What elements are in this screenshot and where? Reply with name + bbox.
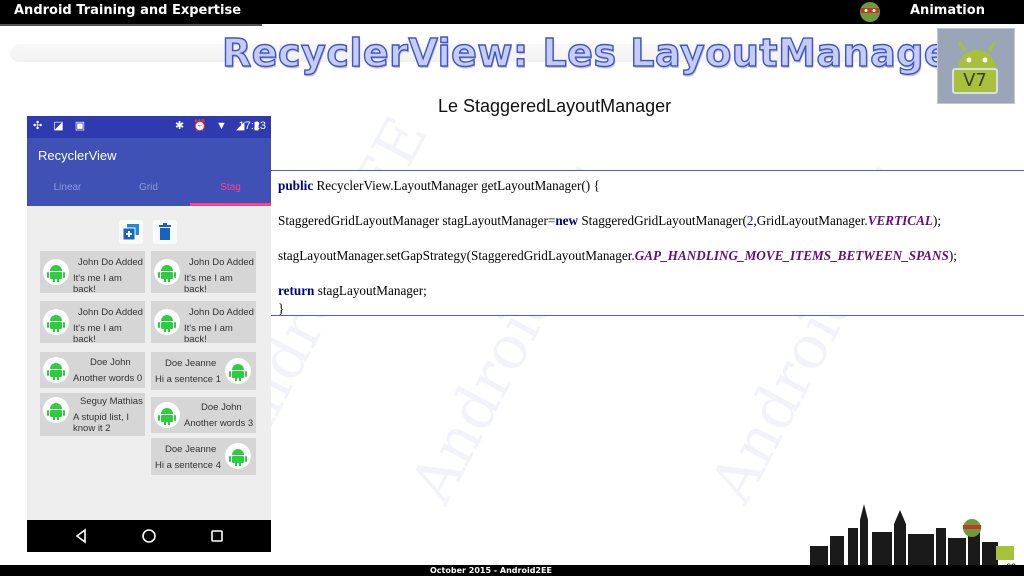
trash-icon bbox=[159, 223, 171, 240]
code-text: StaggeredGridLayoutManager( bbox=[578, 213, 747, 228]
android-avatar bbox=[154, 309, 180, 335]
back-icon[interactable] bbox=[73, 528, 89, 544]
item-name: Doe John bbox=[90, 357, 131, 368]
list-item[interactable]: Doe Jeanne Hi a sentence 4 bbox=[151, 438, 256, 475]
delete-item-button[interactable] bbox=[153, 220, 177, 244]
app-title: RecyclerView bbox=[38, 148, 117, 163]
android-avatar bbox=[154, 402, 180, 428]
footer-text: October 2015 - Android2EE bbox=[430, 566, 552, 575]
item-name: John Do Added bbox=[189, 257, 254, 268]
recents-icon[interactable] bbox=[209, 528, 225, 544]
top-bar: Android Training and Expertise Animation bbox=[0, 0, 1024, 24]
code-line: return stagLayoutManager; bbox=[278, 282, 1024, 300]
code-text: stagLayoutManager; bbox=[314, 283, 427, 298]
slide-subtitle: Le StaggeredLayoutManager bbox=[438, 96, 672, 116]
code-line: } bbox=[278, 300, 1024, 318]
android-icon bbox=[158, 265, 176, 282]
code-line: stagLayoutManager.setGapStrategy(Stagger… bbox=[278, 247, 1024, 265]
item-name: Seguy Mathias bbox=[80, 396, 143, 407]
tab-indicator bbox=[190, 203, 271, 206]
android-avatar bbox=[43, 309, 69, 335]
system-nav-bar bbox=[27, 520, 271, 552]
item-message: Hi a sentence 1 bbox=[155, 374, 222, 385]
phone-screenshot: ✣ ◪ ▣ ✱ ⏰ ▼ ◢ ▮ 17:23 RecyclerView Linea… bbox=[27, 116, 271, 552]
android-avatar bbox=[225, 443, 251, 469]
brand-title: Android Training and Expertise bbox=[14, 3, 242, 18]
code-line: public RecyclerView.LayoutManager getLay… bbox=[278, 177, 1024, 195]
list-item[interactable]: John Do Added It's me I am back! bbox=[151, 251, 256, 295]
android-icon bbox=[229, 449, 247, 466]
item-name: John Do Added bbox=[78, 307, 143, 318]
code-text: stagLayoutManager.setGapStrategy(Stagger… bbox=[278, 248, 635, 263]
add-item-button[interactable] bbox=[119, 220, 143, 244]
code-line: StaggeredGridLayoutManager stagLayoutMan… bbox=[278, 212, 1024, 230]
status-time: 17:23 bbox=[238, 120, 266, 132]
item-message: Another words 0 bbox=[73, 373, 143, 384]
code-keyword: new bbox=[555, 213, 579, 228]
tab-grid[interactable]: Grid bbox=[108, 182, 189, 204]
ninja-turtle-icon bbox=[860, 2, 880, 22]
android-icon bbox=[158, 315, 176, 332]
android-avatar bbox=[43, 357, 69, 383]
code-text: ,GridLayoutManager. bbox=[753, 213, 868, 228]
code-snippet: public RecyclerView.LayoutManager getLay… bbox=[270, 170, 1024, 316]
item-name: Doe Jeanne bbox=[165, 358, 217, 369]
code-constant: GAP_HANDLING_MOVE_ITEMS_BETWEEN_SPANS bbox=[634, 248, 949, 263]
list-item[interactable]: Seguy Mathias A stupid list, I know it 2 bbox=[40, 393, 145, 436]
tab-linear[interactable]: Linear bbox=[27, 182, 108, 204]
page-number: 63 bbox=[1006, 562, 1017, 572]
add-list-icon bbox=[122, 224, 139, 241]
list-item[interactable]: John Do Added It's me I am back! bbox=[151, 301, 256, 345]
item-name: Doe Jeanne bbox=[165, 444, 217, 455]
android-icon bbox=[229, 364, 247, 381]
home-icon[interactable] bbox=[141, 528, 157, 544]
code-text: } bbox=[278, 300, 285, 316]
list-item[interactable]: Doe John Another words 3 bbox=[151, 397, 256, 433]
item-name: John Do Added bbox=[189, 307, 254, 318]
android-icon bbox=[47, 403, 65, 420]
android-avatar bbox=[43, 259, 69, 285]
list-item[interactable]: John Do Added It's me I am back! bbox=[40, 301, 145, 345]
android-icon bbox=[47, 315, 65, 332]
notification-icons: ✣ ◪ ▣ bbox=[33, 120, 90, 132]
item-message: It's me I am back! bbox=[184, 323, 233, 345]
section-title: Animation bbox=[910, 3, 985, 18]
code-constant: VERTICAL bbox=[867, 213, 933, 228]
item-message: Hi a sentence 4 bbox=[155, 460, 222, 471]
item-name: John Do Added bbox=[78, 257, 143, 268]
code-text: ); bbox=[948, 248, 957, 263]
city-skyline-illustration bbox=[810, 504, 1014, 566]
item-message: It's me I am back! bbox=[73, 273, 122, 295]
list-item[interactable]: John Do Added It's me I am back! bbox=[40, 251, 145, 295]
android-icon bbox=[47, 265, 65, 282]
code-text: StaggeredGridLayoutManager stagLayoutMan… bbox=[278, 213, 556, 228]
code-text: RecyclerView.LayoutManager getLayoutMana… bbox=[313, 178, 600, 193]
android-avatar bbox=[154, 259, 180, 285]
status-bar: ✣ ◪ ▣ ✱ ⏰ ▼ ◢ ▮ 17:23 bbox=[27, 116, 271, 138]
item-message: Another words 3 bbox=[184, 418, 254, 429]
code-keyword: return bbox=[278, 283, 315, 298]
item-message: A stupid list, I know it 2 bbox=[73, 412, 129, 434]
android-icon bbox=[158, 408, 176, 425]
item-message: It's me I am back! bbox=[184, 273, 233, 295]
header-divider bbox=[0, 24, 262, 26]
android-avatar bbox=[43, 397, 69, 423]
list-item[interactable]: Doe John Another words 0 bbox=[40, 352, 145, 388]
code-keyword: public bbox=[278, 178, 314, 193]
code-text: ); bbox=[932, 213, 942, 228]
android-avatar bbox=[225, 358, 251, 384]
item-name: Doe John bbox=[201, 402, 242, 413]
list-item[interactable]: Doe Jeanne Hi a sentence 1 bbox=[151, 352, 256, 390]
v7-label: V7 bbox=[952, 68, 998, 94]
item-message: It's me I am back! bbox=[73, 323, 122, 345]
tab-stag[interactable]: Stag bbox=[190, 182, 271, 204]
slide-title: RecyclerView: Les LayoutManager bbox=[221, 30, 970, 75]
android-icon bbox=[47, 363, 65, 380]
